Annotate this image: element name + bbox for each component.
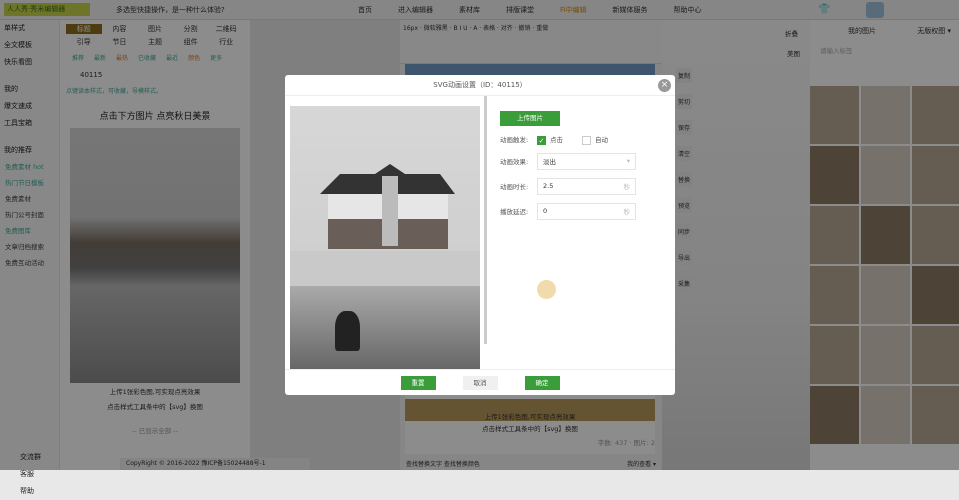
trigger-row: 动画触发: ✓ 点击 自动 xyxy=(500,134,636,145)
chevron-down-icon: ▾ xyxy=(626,157,630,165)
dialog-footer: 重置 取消 确定 xyxy=(285,369,675,395)
unit: 秒 xyxy=(623,208,631,216)
house-drawing xyxy=(320,164,455,249)
delay-input[interactable]: 0秒 xyxy=(537,202,636,220)
effect-value: 淡出 xyxy=(543,158,556,166)
delay-value: 0 xyxy=(543,207,548,215)
close-icon[interactable]: × xyxy=(658,79,671,92)
duration-input[interactable]: 2.5 秒 xyxy=(537,177,636,195)
checkbox-checked-icon[interactable]: ✓ xyxy=(537,135,546,145)
upload-image-button[interactable]: 上传图片 xyxy=(500,111,560,126)
lake xyxy=(290,286,480,370)
delay-label: 播放延迟: xyxy=(500,208,529,216)
settings-form: 上传图片 动画触发: ✓ 点击 自动 动画效果: 淡出 ▾ 动画时长: 2.5 秒 播… xyxy=(500,111,636,220)
person xyxy=(335,311,360,351)
duration-value: 2.5 xyxy=(543,182,554,190)
effect-select[interactable]: 淡出 ▾ xyxy=(537,152,636,170)
confirm-button[interactable]: 确定 xyxy=(524,375,560,390)
unit: 秒 xyxy=(623,183,631,191)
reset-button[interactable]: 重置 xyxy=(400,375,436,390)
trigger-click[interactable]: ✓ 点击 xyxy=(537,134,582,145)
trigger-label: 动画触发: xyxy=(500,136,529,145)
preview-image xyxy=(290,106,480,370)
option-label: 自动 xyxy=(595,136,608,144)
trigger-auto[interactable]: 自动 xyxy=(582,134,608,145)
duration-row: 动画时长: 2.5 秒 xyxy=(500,177,636,195)
lawn xyxy=(290,251,480,286)
option-label: 点击 xyxy=(550,136,563,144)
mouse-cursor-highlight xyxy=(537,280,556,299)
delay-row: 播放延迟: 0秒 xyxy=(500,202,636,220)
split-divider[interactable] xyxy=(484,96,487,344)
checkbox-icon[interactable] xyxy=(582,135,591,145)
duration-label: 动画时长: xyxy=(500,183,529,191)
svg-animation-dialog: SVG动画设置（ID：40115） × 上传图片 动画触发: ✓ 点击 自动 动画… xyxy=(285,75,675,395)
effect-row: 动画效果: 淡出 ▾ xyxy=(500,152,636,170)
dialog-title: SVG动画设置（ID：40115） xyxy=(285,75,675,96)
effect-label: 动画效果: xyxy=(500,158,529,166)
help-link[interactable]: 帮助 xyxy=(8,483,41,500)
cancel-button[interactable]: 取消 xyxy=(462,375,498,390)
